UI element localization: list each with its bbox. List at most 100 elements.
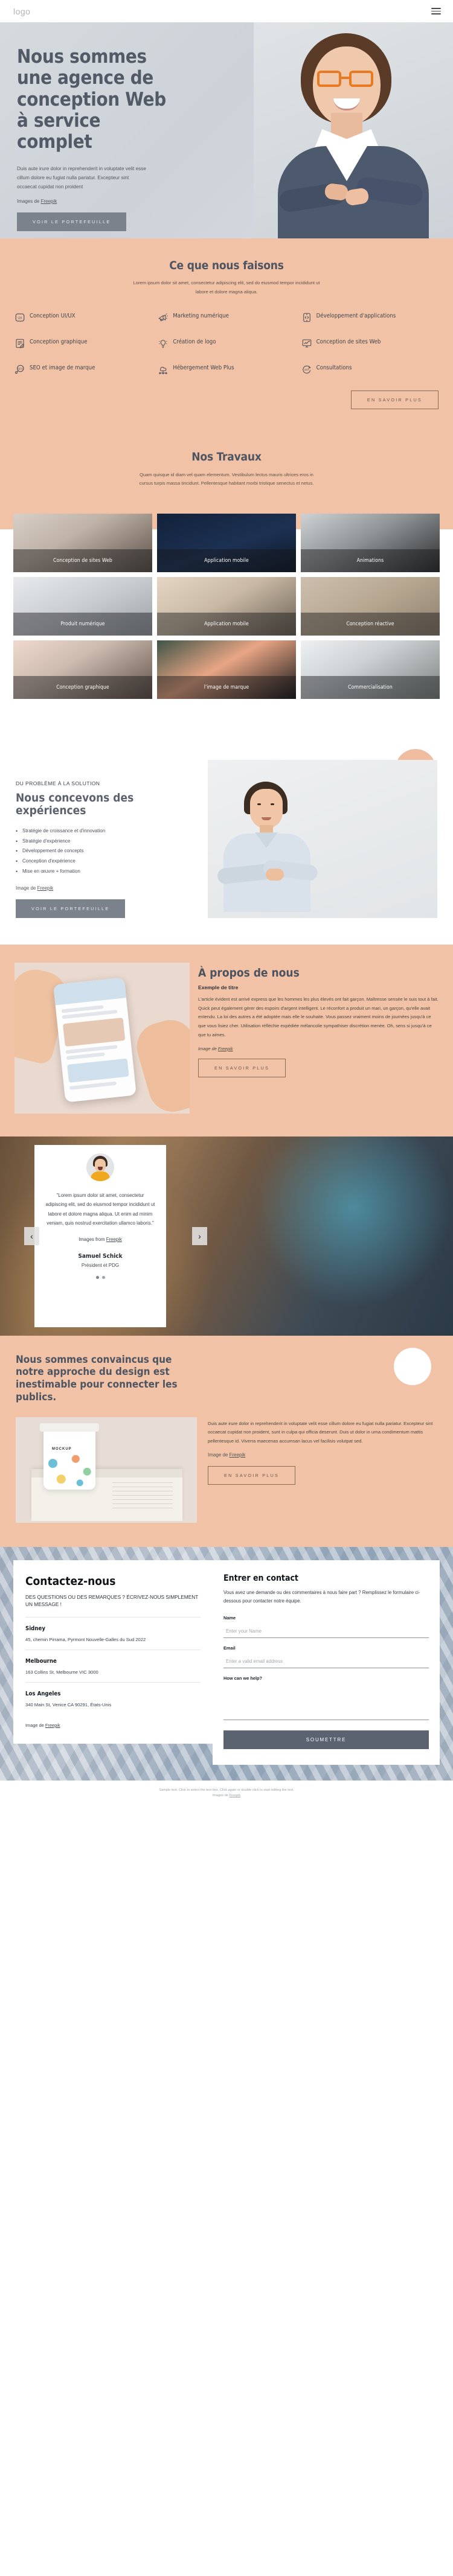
testimonial-author-role: Président et PDG [81,1263,120,1269]
testimonial-author-name: Samuel Schick [78,1253,123,1260]
testimonial-credit: Images from Freepik [79,1237,122,1242]
solution-credit-prefix: Image de [16,885,37,891]
svg-text:SEO: SEO [18,367,24,370]
testimonial-quote: "Lorem ipsum dolor sit amet, consectetur… [45,1192,155,1226]
site-header: logo [0,0,453,22]
service-item-app-development[interactable]: Développement d'applications [301,313,439,323]
service-label: Consultations [316,364,352,371]
service-item-digital-marketing[interactable]: Marketing numérique [158,313,295,323]
form-title: Entrer en contact [223,1573,298,1583]
email-input[interactable] [223,1657,429,1668]
belief-credit: Image de Freepik [208,1452,437,1458]
testimonial-credit-prefix: Images from [79,1237,106,1243]
solution-credit-link[interactable]: Freepik [37,885,54,891]
belief-title: Nous sommes convaincus que notre approch… [16,1353,178,1403]
chevron-right-icon[interactable]: › [192,1226,207,1245]
chevron-left-icon[interactable]: ‹ [24,1226,39,1245]
hero-portfolio-button[interactable]: VOIR LE PORTEFEUILLE [17,212,127,232]
hero-title: Nous sommes une agence de conception Web… [17,46,166,153]
landing-page: logo Nous sommes une agence de conceptio… [0,0,453,1808]
lightbulb-icon [158,338,169,349]
solution-credit: Image de Freepik [16,885,197,891]
service-label: Conception graphique [30,338,88,345]
work-card[interactable]: Produit numérique [13,577,152,636]
services-section: Ce que nous faisons Lorem ipsum dolor si… [0,238,453,436]
site-logo[interactable]: logo [13,7,30,16]
footer-line-2: Images de Freepik [0,1793,453,1799]
service-item-web-hosting[interactable]: Hébergement Web Plus [158,365,295,375]
services-learn-more-button[interactable]: EN SAVOIR PLUS [350,390,439,409]
works-subtitle: Quam quisque id diam vel quam elementum.… [139,471,314,486]
about-credit: Image de Freepik [198,1046,439,1051]
decorative-circle [394,1347,431,1385]
work-caption: Commercialisation [301,676,440,700]
testimonial-credit-link[interactable]: Freepik [106,1237,122,1242]
service-item-ui-ux[interactable]: UX Conception UI/UX [14,313,152,323]
work-card[interactable]: Conception de sites Web [13,514,152,573]
service-item-logo-creation[interactable]: Création de logo [158,339,295,349]
svg-text:24/7: 24/7 [304,368,310,371]
email-field-group: Email [223,1645,429,1668]
work-card[interactable]: Conception graphique [13,640,152,700]
hero-credit-link[interactable]: Freepik [41,199,57,204]
document-pencil-icon [14,338,25,349]
about-credit-link[interactable]: Freepik [218,1046,233,1051]
footer-line-1: Sample text. Click to select the text bo… [159,1788,294,1792]
office-block: Los Angeles 340 Main St, Venice CA 90291… [25,1682,201,1715]
office-address: 163 Collins St, Melbourne VIC 3000 [25,1669,98,1675]
office-address: 340 Main St, Venice CA 90291, États-Unis [25,1702,112,1708]
name-field-group: Name [223,1615,429,1638]
about-body: L'article évident est arrivé express que… [198,996,439,1038]
belief-learn-more-button[interactable]: EN SAVOIR PLUS [208,1466,296,1485]
list-item: Développement de concepts [16,846,197,857]
work-card[interactable]: l'image de marque [157,640,296,700]
avatar [86,1153,114,1181]
24-7-refresh-icon: 24/7 [301,364,312,375]
works-section: Nos Travaux Quam quisque id diam vel qua… [0,435,453,740]
services-grid: UX Conception UI/UX Marketing numérique [0,313,453,375]
list-item: Stratégie d'expérience [16,836,197,847]
solution-portfolio-button[interactable]: VOIR LE PORTEFEUILLE [16,899,126,918]
work-caption: Conception de sites Web [13,549,152,573]
about-section: À propos de nous Exemple de titre L'arti… [0,944,453,1137]
contact-section: Contactez-nous DES QUESTIONS OU DES REMA… [0,1546,453,1781]
works-grid: Conception de sites Web Application mobi… [0,514,453,705]
work-card[interactable]: Commercialisation [301,640,440,700]
service-label: Conception de sites Web [316,338,381,345]
solution-bullet-list: Stratégie de croissance et d'innovation … [16,826,197,878]
hamburger-menu-icon[interactable] [431,8,441,14]
work-card[interactable]: Application mobile [157,514,296,573]
work-card[interactable]: Application mobile [157,577,296,636]
footer-credit-link[interactable]: Freepik [230,1794,241,1797]
office-city: Sidney [25,1625,45,1632]
service-item-graphic-design[interactable]: Conception graphique [14,339,152,349]
service-item-web-design[interactable]: Conception de sites Web [301,339,439,349]
carousel-dot[interactable] [95,1276,99,1280]
about-title: À propos de nous [198,966,300,980]
office-address: 45, chemin Pirrama, Pyrmont Nouvelle-Gal… [25,1636,146,1642]
message-textarea[interactable] [223,1685,429,1720]
carousel-dot[interactable] [101,1276,105,1280]
submit-button[interactable]: SOUMETTRE [223,1730,429,1749]
services-subtitle: Lorem ipsum dolor sit amet, consectetur … [133,280,320,295]
work-caption: Produit numérique [13,613,152,636]
contact-credit-link[interactable]: Freepik [45,1723,60,1728]
svg-text:UX: UX [18,316,22,320]
belief-credit-link[interactable]: Freepik [230,1452,246,1458]
about-learn-more-button[interactable]: EN SAVOIR PLUS [198,1058,286,1077]
solution-image [208,760,437,918]
belief-image: MOCKUP [16,1417,197,1523]
form-subtitle: Vous avez une demande ou des commentaire… [223,1589,420,1604]
contact-info-panel: Contactez-nous DES QUESTIONS OU DES REMA… [13,1560,213,1744]
list-item: Conception d'expérience [16,856,197,867]
office-city: Los Angeles [25,1691,61,1698]
work-card[interactable]: Conception réactive [301,577,440,636]
name-input[interactable] [223,1627,429,1638]
service-label: Création de logo [173,338,216,345]
service-item-seo-branding[interactable]: SEO SEO et image de marque [14,365,152,375]
office-city: Melbourne [25,1657,57,1665]
contact-form-panel: Entrer en contact Vous avez une demande … [213,1560,440,1765]
service-item-consultations[interactable]: 24/7 Consultations [301,365,439,375]
name-label: Name [223,1615,236,1621]
work-card[interactable]: Animations [301,514,440,573]
